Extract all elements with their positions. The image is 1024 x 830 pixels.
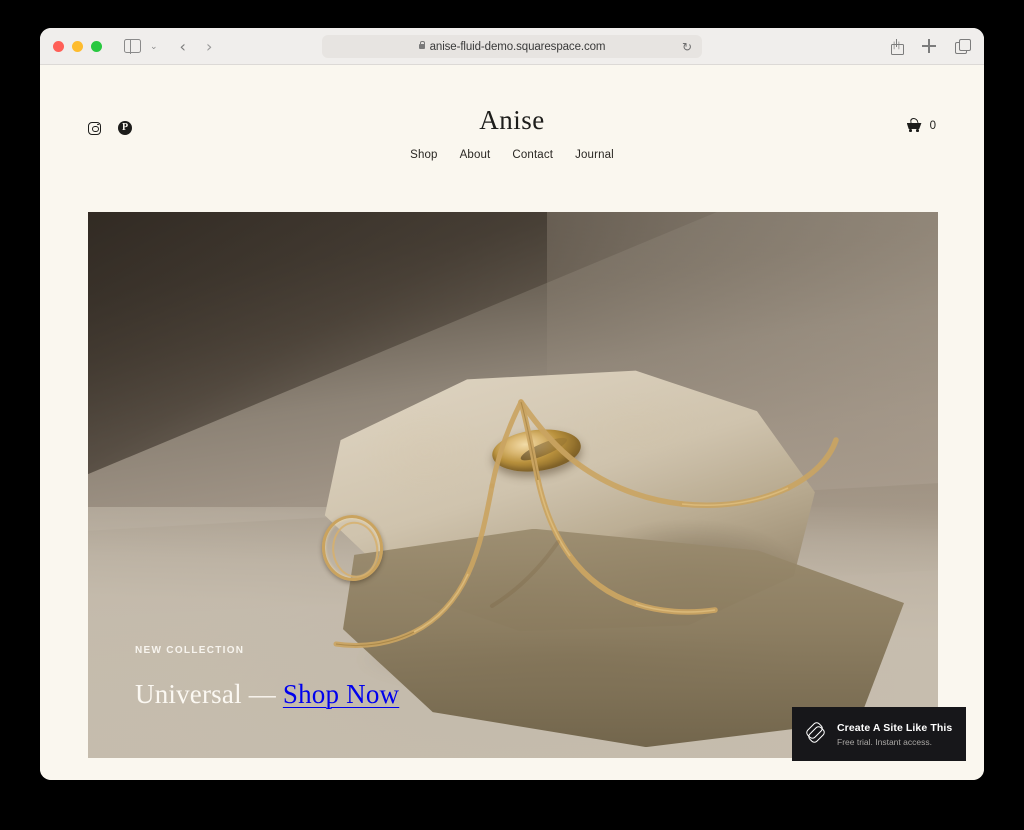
close-window-button[interactable] [53,41,64,52]
navigation-arrows: ‹ › [180,37,213,56]
webpage: P Anise 0 Shop About Contact Journal [40,65,984,780]
promo-subtitle: Free trial. Instant access. [837,737,952,747]
promo-text-block: Create A Site Like This Free trial. Inst… [837,722,952,747]
tab-overview-icon[interactable] [955,39,970,54]
nav-item-journal[interactable]: Journal [575,149,614,161]
hero-title-prefix: Universal — [135,679,283,709]
lock-icon [419,44,425,49]
hero-title: Universal — Shop Now [135,679,399,710]
promo-title: Create A Site Like This [837,722,952,734]
url-text: anise-fluid-demo.squarespace.com [430,41,606,53]
shopping-cart-icon [907,119,923,132]
site-header: P Anise 0 Shop About Contact Journal [40,65,984,172]
squarespace-logo-icon [805,724,826,745]
browser-window: ⌄ ‹ › anise-fluid-demo.squarespace.com ↻… [40,28,984,780]
forward-button[interactable]: › [206,37,212,56]
hero-banner[interactable]: NEW COLLECTION Universal — Shop Now [88,212,938,758]
nav-item-about[interactable]: About [460,149,491,161]
hero-cta-link[interactable]: Shop Now [283,679,399,709]
share-icon[interactable] [889,39,904,54]
cart-count: 0 [930,120,936,132]
sidebar-toggle-icon[interactable] [124,39,141,53]
minimize-window-button[interactable] [72,41,83,52]
new-tab-icon[interactable] [922,39,937,54]
squarespace-promo-banner[interactable]: Create A Site Like This Free trial. Inst… [792,707,966,761]
main-navigation: Shop About Contact Journal [40,149,984,161]
site-logo[interactable]: Anise [40,105,984,136]
nav-item-contact[interactable]: Contact [512,149,553,161]
toolbar-right-controls [889,39,970,54]
back-button[interactable]: ‹ [180,37,186,56]
reload-icon[interactable]: ↻ [682,40,692,54]
hero-text-block: NEW COLLECTION Universal — Shop Now [135,645,399,710]
maximize-window-button[interactable] [91,41,102,52]
browser-toolbar: ⌄ ‹ › anise-fluid-demo.squarespace.com ↻ [40,28,984,65]
cart-button[interactable]: 0 [907,119,936,132]
hero-eyebrow: NEW COLLECTION [135,645,399,656]
traffic-lights [53,41,102,52]
chevron-down-icon[interactable]: ⌄ [150,42,158,51]
toolbar-left-controls: ⌄ ‹ › [102,37,212,56]
nav-item-shop[interactable]: Shop [410,149,437,161]
address-bar[interactable]: anise-fluid-demo.squarespace.com ↻ [322,35,702,58]
